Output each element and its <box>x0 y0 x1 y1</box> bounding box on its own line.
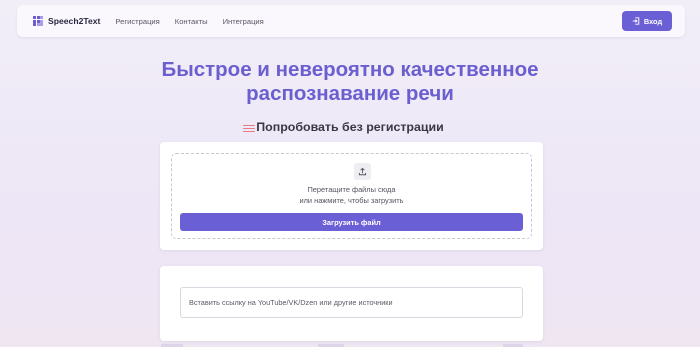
subtitle-wrap: Попробовать без регистрации <box>0 118 700 136</box>
nav-link-integration[interactable]: Интеграция <box>223 17 264 26</box>
link-input[interactable] <box>180 287 523 318</box>
drop-hint-line-2: или нажмите, чтобы загрузить <box>299 196 404 205</box>
scribble-decoration <box>243 125 256 133</box>
top-navbar: Speech2Text Регистрация Контакты Интегра… <box>17 5 685 37</box>
login-icon <box>632 17 640 25</box>
logo-text: Speech2Text <box>48 16 101 26</box>
link-card <box>160 266 543 341</box>
upload-card: Перетащите файлы сюда или нажмите, чтобы… <box>160 142 543 250</box>
subtitle: Попробовать без регистрации <box>243 120 444 134</box>
login-button[interactable]: Вход <box>622 11 672 31</box>
subtitle-text: Попробовать без регистрации <box>256 120 444 134</box>
nav-link-registration[interactable]: Регистрация <box>115 17 159 26</box>
hero-headline: Быстрое и невероятно качественное распоз… <box>0 58 700 106</box>
login-label: Вход <box>643 16 663 26</box>
file-dropzone[interactable]: Перетащите файлы сюда или нажмите, чтобы… <box>171 153 532 239</box>
logo-grid-icon <box>33 16 43 26</box>
nav-link-contacts[interactable]: Контакты <box>175 17 208 26</box>
upload-file-button[interactable]: Загрузить файл <box>180 213 523 231</box>
upload-icon <box>354 163 371 180</box>
hero-line-2: распознавание речи <box>246 82 454 105</box>
hero-line-1: Быстрое и невероятно качественное <box>161 58 539 81</box>
upload-button-label: Загрузить файл <box>322 217 381 227</box>
drop-hint-line-1: Перетащите файлы сюда <box>307 185 396 194</box>
logo[interactable]: Speech2Text <box>33 16 100 26</box>
